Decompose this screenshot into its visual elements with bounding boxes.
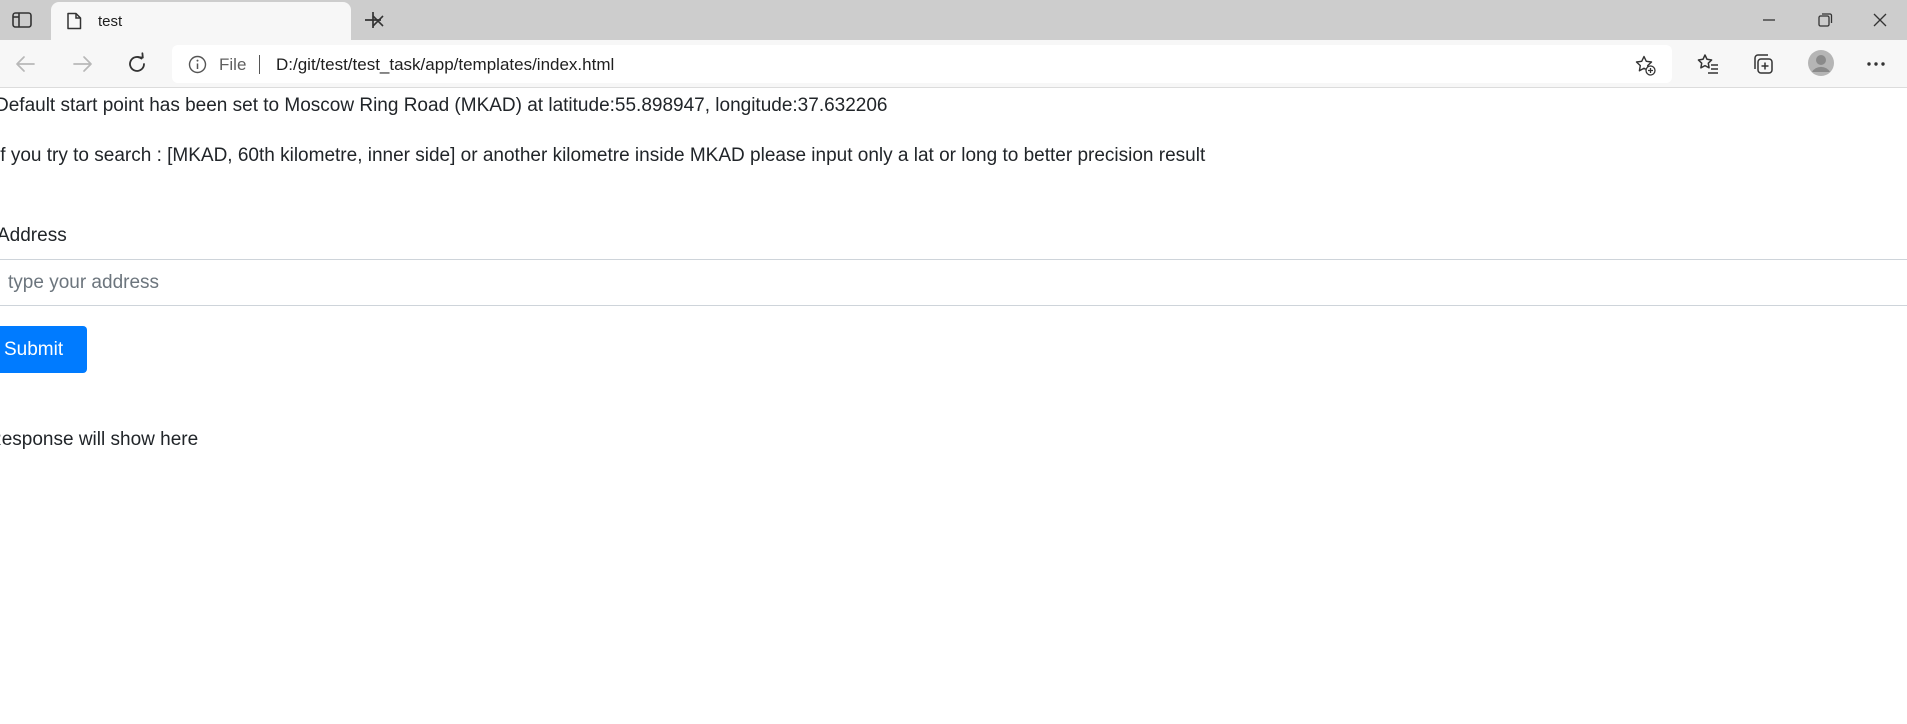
restore-icon[interactable] [1814,9,1836,31]
info-icon[interactable] [188,55,207,74]
tab-strip: test [0,0,1907,40]
favorites-icon[interactable] [1696,52,1720,76]
profile-avatar-icon[interactable] [1807,49,1835,77]
scheme-label: File [219,55,247,74]
url-text[interactable]: D:/git/test/test_task/app/templates/inde… [276,55,614,75]
forward-arrow-icon[interactable] [68,50,96,78]
address-input[interactable] [0,259,1907,306]
address-bar[interactable]: File D:/git/test/test_task/app/templates… [172,45,1672,83]
back-arrow-icon[interactable] [12,50,40,78]
response-text: Response will show here [0,429,199,450]
minimize-icon[interactable] [1758,9,1780,31]
page-icon [66,12,82,30]
reload-icon[interactable] [123,50,151,78]
tab-title: test [98,13,123,30]
collections-icon[interactable] [1751,52,1775,76]
browser-tab[interactable]: test [51,2,384,40]
address-separator [259,55,260,74]
window-close-icon[interactable] [1869,9,1891,31]
browser-toolbar: File D:/git/test/test_task/app/templates… [0,40,1907,88]
new-tab-icon[interactable] [362,9,384,31]
more-options-icon[interactable] [1864,52,1888,76]
search-hint-text: If you try to search : [MKAD, 60th kilom… [0,145,1206,166]
page-content: Default start point has been set to Mosc… [0,88,1907,724]
default-point-text: Default start point has been set to Mosc… [0,95,888,116]
address-label: Address [0,225,67,246]
submit-button[interactable]: Submit [0,326,87,373]
add-favorite-icon[interactable] [1634,54,1656,76]
tab-actions-icon[interactable] [8,8,36,32]
